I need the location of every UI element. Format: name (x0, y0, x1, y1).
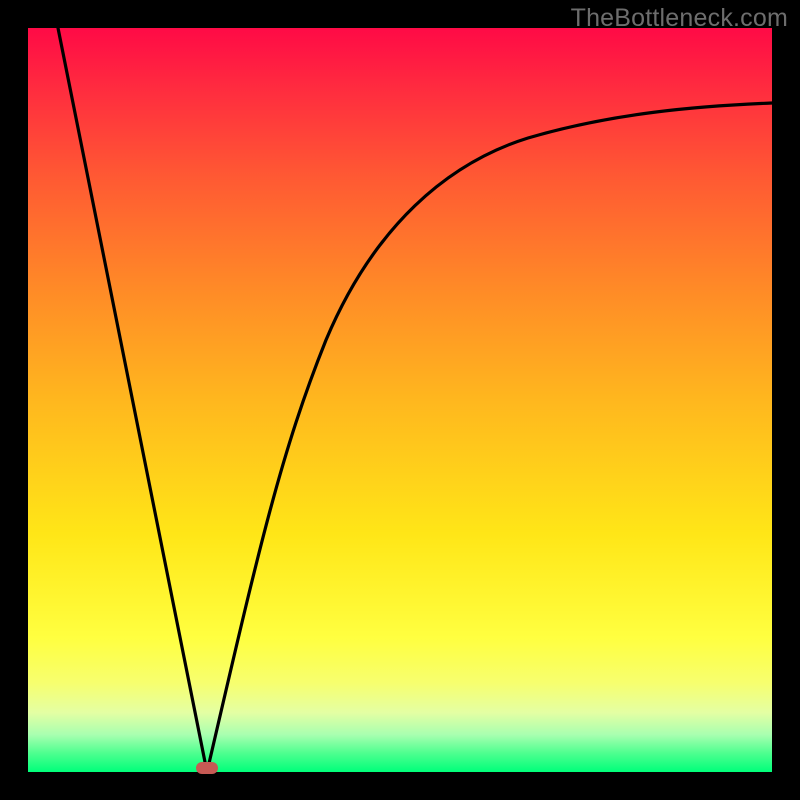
curve-left-segment (58, 28, 207, 772)
chart-frame (28, 28, 772, 772)
bottleneck-curve (28, 28, 772, 772)
curve-right-segment (207, 103, 772, 772)
watermark-text: TheBottleneck.com (571, 4, 788, 33)
optimal-point-marker (196, 762, 218, 774)
